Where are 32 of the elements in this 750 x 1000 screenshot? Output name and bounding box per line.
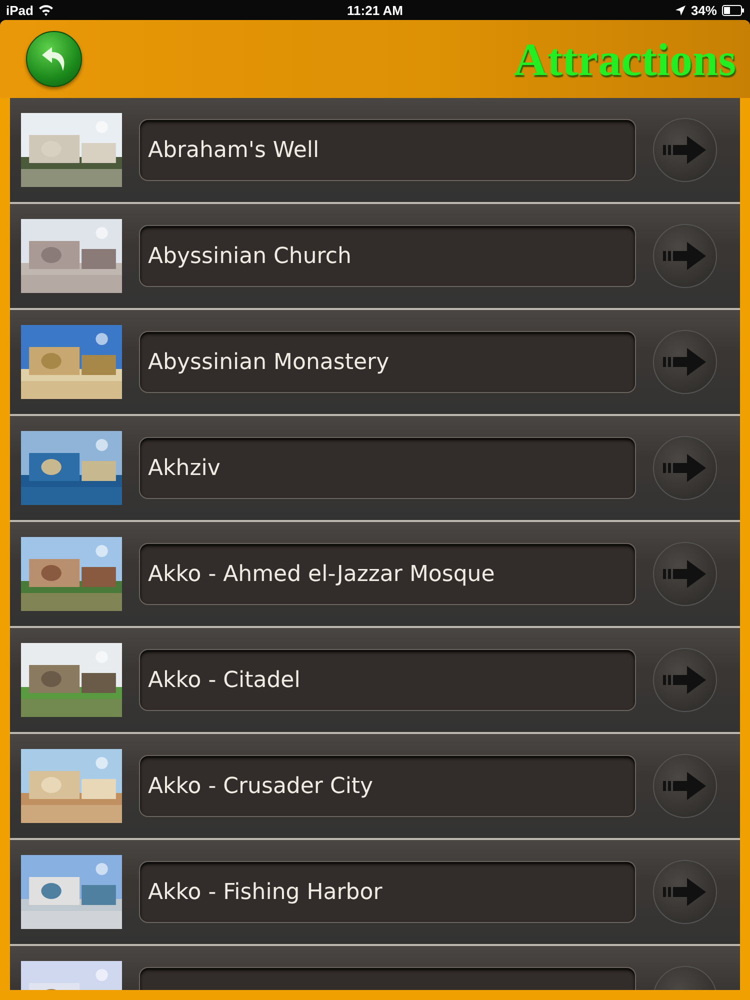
arrow-right-icon xyxy=(663,347,707,377)
battery-icon xyxy=(722,4,744,16)
list-row[interactable]: Abyssinian Monastery xyxy=(10,310,740,416)
clock-label: 11:21 AM xyxy=(347,2,403,18)
battery-label: 34% xyxy=(690,2,717,18)
arrow-right-icon xyxy=(663,665,707,695)
list-row[interactable]: Akko - Fishing Harbor xyxy=(10,840,740,946)
attraction-name: Akko - Ahmed el-Jazzar Mosque xyxy=(148,562,495,586)
arrow-right-icon xyxy=(663,771,707,801)
attraction-name: Abyssinian Monastery xyxy=(148,350,390,374)
list-row[interactable]: Abyssinian Church xyxy=(10,204,740,310)
page-title: Attractions xyxy=(514,32,736,86)
arrow-right-icon xyxy=(663,453,707,483)
attraction-name: Akko - Citadel xyxy=(148,668,300,692)
list-row[interactable]: Abraham's Well xyxy=(10,98,740,204)
list-row[interactable]: Akko - Crusader City xyxy=(10,734,740,840)
list-row[interactable]: Akko - Citadel xyxy=(10,628,740,734)
arrow-right-icon xyxy=(663,559,707,589)
attraction-name: Akhziv xyxy=(148,456,220,480)
arrow-right-icon xyxy=(663,877,707,907)
wifi-icon xyxy=(38,4,54,16)
list-row[interactable]: Akhziv xyxy=(10,416,740,522)
attraction-name: Abyssinian Church xyxy=(148,244,352,268)
arrow-right-icon xyxy=(663,241,707,271)
attraction-name: Akko - Crusader City xyxy=(148,774,374,798)
back-button[interactable] xyxy=(26,31,82,87)
location-icon xyxy=(674,4,686,16)
list-row[interactable]: Akko - Ahmed el-Jazzar Mosque xyxy=(10,522,740,628)
arrow-right-icon xyxy=(663,135,707,165)
attraction-name: Abraham's Well xyxy=(148,138,320,162)
carrier-label: iPad xyxy=(6,2,34,18)
attraction-name: Akko - Fishing Harbor xyxy=(148,880,382,904)
